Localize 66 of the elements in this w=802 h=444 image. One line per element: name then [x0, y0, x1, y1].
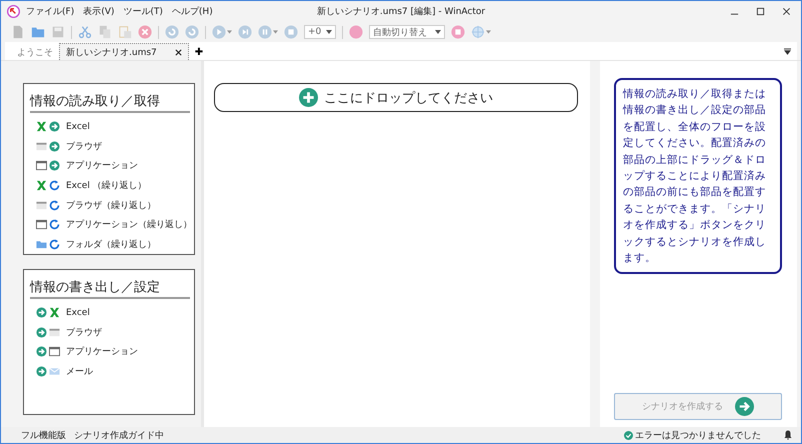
window-icon [36, 160, 47, 172]
check-circle-icon [624, 430, 633, 440]
arrow-circle-icon [735, 397, 754, 416]
palette-item[interactable]: Excel [30, 303, 190, 323]
palette-item[interactable]: ブラウザ [30, 136, 190, 156]
status-text: フル機能版 [21, 430, 66, 442]
palette-item[interactable]: フォルダ（繰り返し） [30, 234, 190, 254]
browser-icon [36, 200, 47, 211]
folder-icon[interactable] [31, 25, 45, 39]
palette-item[interactable]: ブラウザ [30, 322, 190, 342]
dropdown-caret-icon[interactable] [435, 30, 441, 34]
window-icon [36, 219, 47, 230]
step-icon[interactable] [238, 25, 252, 39]
palette-item[interactable]: アプリケーション [30, 342, 190, 362]
pause-icon[interactable] [258, 25, 272, 39]
menu-item[interactable]: 表示(V) [83, 5, 114, 18]
menu-item[interactable]: ファイル(F) [26, 5, 74, 18]
dropdown-field[interactable]: +0 [304, 25, 336, 39]
record-icon[interactable] [349, 25, 363, 39]
status-text: シナリオ作成ガイド中 [74, 430, 164, 442]
browser-icon [36, 140, 47, 152]
dropdown-caret-icon[interactable] [326, 30, 332, 34]
undo-icon[interactable] [165, 25, 179, 39]
maximize-icon[interactable] [756, 7, 765, 16]
overflow-icon[interactable] [784, 48, 791, 54]
window-icon [49, 346, 60, 358]
plus-circle-icon [299, 88, 318, 107]
menu-item[interactable]: ツール(T) [123, 5, 163, 18]
window-title: 新しいシナリオ.ums7 [編集] - WinActor [316, 6, 486, 18]
stop-icon[interactable] [284, 25, 298, 39]
close-icon[interactable] [174, 48, 182, 56]
crosshair-icon[interactable] [471, 25, 485, 39]
tab[interactable]: 新しいシナリオ.ums7 [59, 43, 189, 60]
bell-icon[interactable] [783, 430, 793, 440]
stop-icon[interactable] [451, 25, 465, 39]
palette-item[interactable]: ブラウザ（繰り返し） [30, 195, 190, 215]
palette-item[interactable]: メール [30, 362, 190, 382]
app-logo-icon [7, 5, 20, 18]
palette-item[interactable]: アプリケーション（繰り返し） [30, 214, 190, 235]
tab[interactable]: ようこそ [11, 44, 59, 60]
guide-text: 情報の読み取り／取得または情報の書き出し／設定の部品を配置し、全体のフローを設定してください。配置済みの部品の上部にドラッグ＆ドロップすることにより配置済みの部品の前にも部品を配置することができます。「シナリオを作成する」ボタンをクリックするとシナリオを作成します。 [623, 87, 767, 266]
palette-item[interactable]: Excel [30, 117, 190, 137]
status-message: エラーは見つかりませんでした [635, 430, 761, 442]
excel-icon [36, 180, 47, 192]
excel-icon [49, 307, 60, 318]
redo-icon[interactable] [185, 25, 199, 39]
close-icon[interactable] [782, 7, 791, 16]
excel-icon [36, 121, 47, 132]
scissors-icon[interactable] [78, 25, 92, 39]
dropdown-field[interactable]: 自動切り替え [369, 25, 445, 39]
palette-item[interactable]: アプリケーション [30, 156, 190, 176]
add-tab-button[interactable]: ✚ [188, 44, 210, 60]
new-file-icon[interactable] [11, 25, 25, 39]
browser-icon [49, 326, 60, 338]
menu-item[interactable]: ヘルプ(H) [172, 5, 213, 18]
copy-icon[interactable] [98, 25, 112, 39]
delete-icon[interactable] [138, 25, 152, 39]
save-icon[interactable] [51, 25, 65, 39]
palette-title: 情報の読み取り／取得 [30, 92, 190, 113]
envelope-icon [49, 366, 60, 378]
palette-item[interactable]: Excel （繰り返し） [30, 176, 190, 196]
paste-icon[interactable] [118, 25, 132, 39]
folder-icon [36, 238, 47, 250]
drop-zone[interactable]: ここにドロップしてください [214, 83, 578, 112]
play-icon[interactable] [212, 25, 226, 39]
palette-title: 情報の書き出し／設定 [30, 278, 190, 299]
